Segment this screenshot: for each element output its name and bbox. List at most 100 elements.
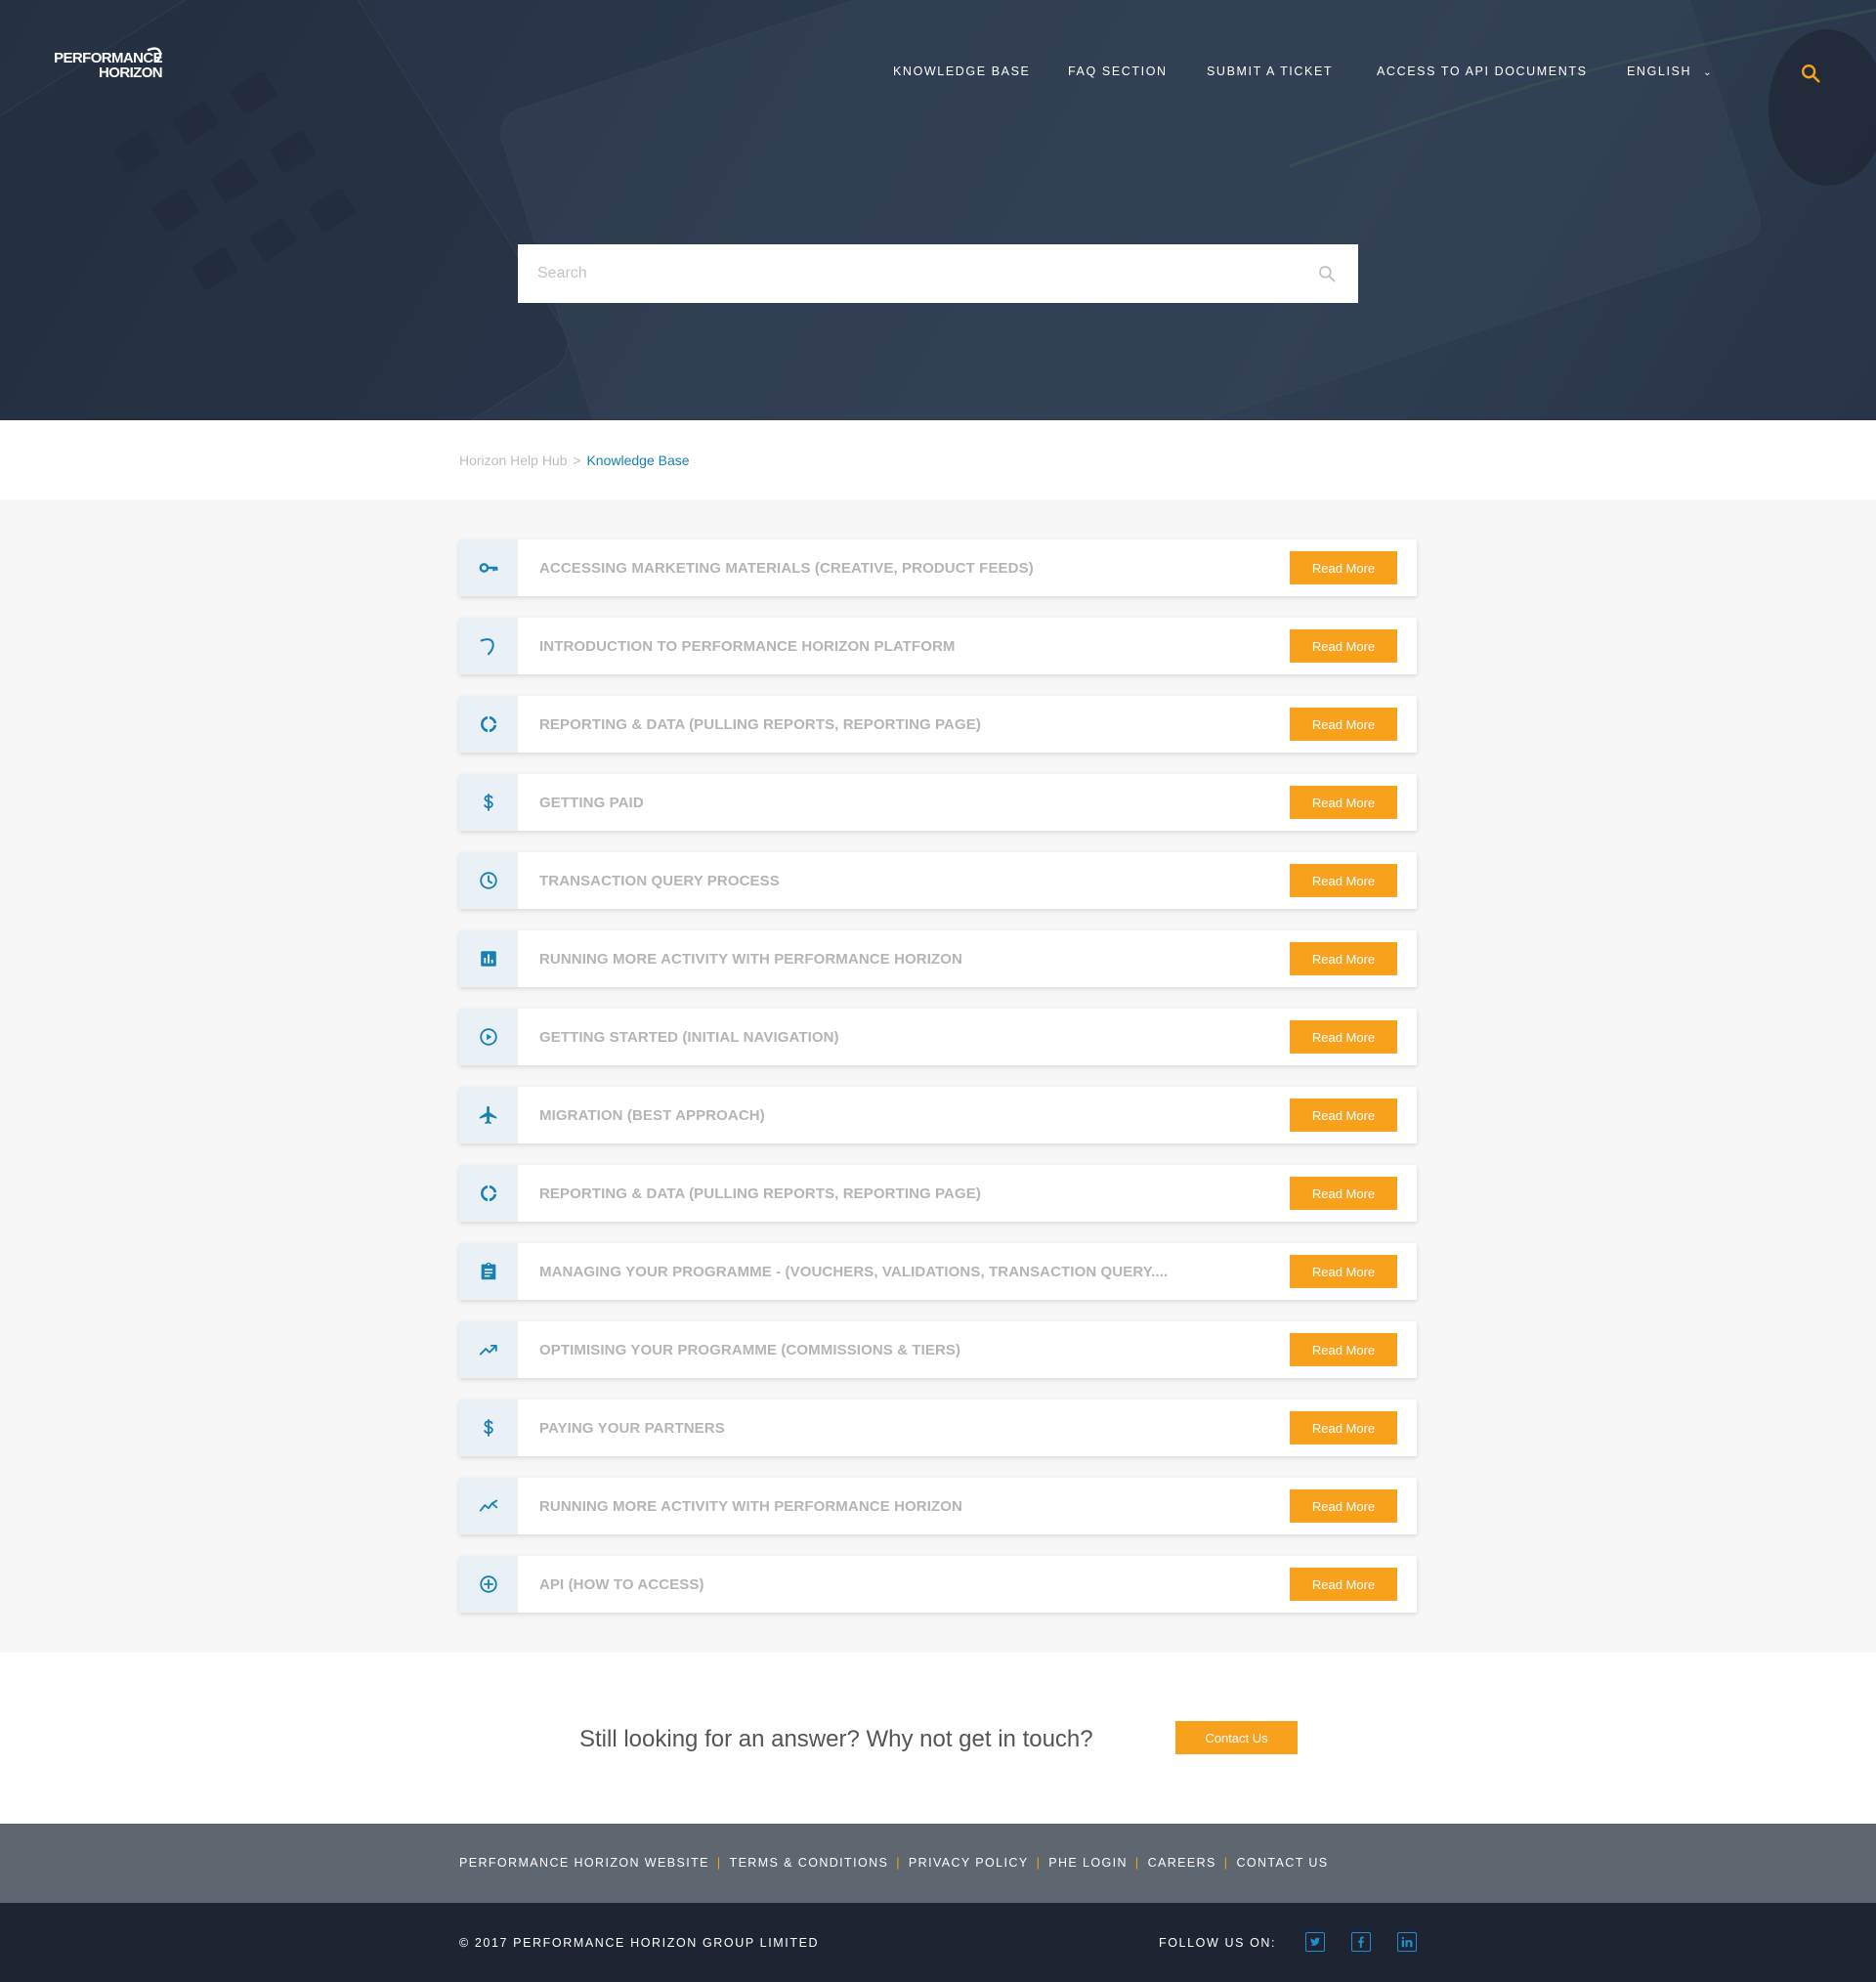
footer-divider: | [896, 1856, 901, 1870]
read-more-button[interactable]: Read More [1290, 1177, 1397, 1210]
footer-link-website[interactable]: PERFORMANCE HORIZON WEBSITE [459, 1856, 709, 1870]
footer-link-privacy[interactable]: PRIVACY POLICY [909, 1856, 1029, 1870]
read-more-button[interactable]: Read More [1290, 1489, 1397, 1523]
article-list: ACCESSING MARKETING MATERIALS (CREATIVE,… [459, 539, 1417, 1634]
article-title[interactable]: TRANSACTION QUERY PROCESS [518, 873, 1290, 889]
footer-divider: | [1134, 1856, 1140, 1870]
nav-knowledge-base[interactable]: KNOWLEDGE BASE [893, 65, 1031, 78]
hero-header: PERFORMANCE HORIZON KNOWLEDGE BASE FAQ S… [0, 0, 1876, 420]
footer-bottom-bar: © 2017 PERFORMANCE HORIZON GROUP LIMITED… [0, 1903, 1876, 1982]
bar-chart-icon [459, 930, 518, 987]
breadcrumb-root-link[interactable]: Horizon Help Hub [459, 452, 568, 468]
trending-up-icon [459, 1321, 518, 1378]
hero-overlay [0, 0, 1876, 420]
article-row[interactable]: PAYING YOUR PARTNERS Read More [459, 1400, 1417, 1456]
search-input[interactable] [518, 244, 1317, 303]
swoosh-icon [459, 618, 518, 674]
breadcrumb-bar: Horizon Help Hub > Knowledge Base [0, 420, 1876, 499]
nav-submit-ticket[interactable]: SUBMIT A TICKET [1207, 65, 1333, 78]
article-row[interactable]: RUNNING MORE ACTIVITY WITH PERFORMANCE H… [459, 930, 1417, 987]
article-row[interactable]: REPORTING & DATA (PULLING REPORTS, REPOR… [459, 1165, 1417, 1222]
knowledge-base-list-section: ACCESSING MARKETING MATERIALS (CREATIVE,… [0, 499, 1876, 1653]
read-more-button[interactable]: Read More [1290, 629, 1397, 663]
article-title[interactable]: RUNNING MORE ACTIVITY WITH PERFORMANCE H… [518, 951, 1290, 968]
contact-question: Still looking for an answer? Why not get… [579, 1726, 1093, 1752]
contact-section: Still looking for an answer? Why not get… [0, 1653, 1876, 1824]
logo-swoosh-icon [147, 47, 162, 63]
article-title[interactable]: RUNNING MORE ACTIVITY WITH PERFORMANCE H… [518, 1498, 1290, 1515]
read-more-button[interactable]: Read More [1290, 786, 1397, 819]
read-more-button[interactable]: Read More [1290, 1099, 1397, 1132]
clipboard-icon [459, 1243, 518, 1300]
breadcrumb: Horizon Help Hub > Knowledge Base [459, 452, 690, 468]
clock-icon [459, 852, 518, 909]
article-row[interactable]: MIGRATION (BEST APPROACH) Read More [459, 1087, 1417, 1143]
read-more-button[interactable]: Read More [1290, 1020, 1397, 1054]
nav-faq-section[interactable]: FAQ SECTION [1068, 65, 1168, 78]
twitter-icon[interactable] [1305, 1932, 1325, 1952]
footer: PERFORMANCE HORIZON WEBSITE | TERMS & COND… [0, 1824, 1876, 1982]
article-title[interactable]: INTRODUCTION TO PERFORMANCE HORIZON PLAT… [518, 638, 1290, 655]
language-label: ENGLISH [1627, 65, 1692, 78]
footer-link-careers[interactable]: CAREERS [1148, 1856, 1216, 1870]
footer-divider: | [716, 1856, 722, 1870]
footer-links: PERFORMANCE HORIZON WEBSITE | TERMS & COND… [459, 1856, 1329, 1870]
search-icon[interactable] [1317, 264, 1337, 283]
play-circle-icon [459, 1009, 518, 1065]
read-more-button[interactable]: Read More [1290, 1255, 1397, 1288]
read-more-button[interactable]: Read More [1290, 1333, 1397, 1366]
copyright-text: © 2017 PERFORMANCE HORIZON GROUP LIMITED [459, 1936, 820, 1950]
dollar-icon [459, 774, 518, 831]
breadcrumb-current-link[interactable]: Knowledge Base [586, 452, 689, 468]
article-row[interactable]: INTRODUCTION TO PERFORMANCE HORIZON PLAT… [459, 618, 1417, 674]
nav-api-documents[interactable]: ACCESS TO API DOCUMENTS [1377, 65, 1588, 78]
hero-search-bar [518, 244, 1358, 303]
donut-chart-icon [459, 696, 518, 753]
article-title[interactable]: GETTING STARTED (INITIAL NAVIGATION) [518, 1029, 1290, 1046]
footer-links-bar: PERFORMANCE HORIZON WEBSITE | TERMS & COND… [0, 1824, 1876, 1903]
article-row[interactable]: REPORTING & DATA (PULLING REPORTS, REPOR… [459, 696, 1417, 753]
article-row[interactable]: MANAGING YOUR PROGRAMME - (VOUCHERS, VAL… [459, 1243, 1417, 1300]
line-chart-icon [459, 1478, 518, 1534]
article-row[interactable]: TRANSACTION QUERY PROCESS Read More [459, 852, 1417, 909]
article-title[interactable]: REPORTING & DATA (PULLING REPORTS, REPOR… [518, 716, 1290, 733]
read-more-button[interactable]: Read More [1290, 708, 1397, 741]
contact-us-button[interactable]: Contact Us [1175, 1721, 1298, 1754]
read-more-button[interactable]: Read More [1290, 1411, 1397, 1444]
footer-link-terms[interactable]: TERMS & CONDITIONS [730, 1856, 889, 1870]
key-icon [459, 539, 518, 596]
language-selector[interactable]: ENGLISH ⌄ [1627, 65, 1713, 78]
read-more-button[interactable]: Read More [1290, 942, 1397, 975]
article-row[interactable]: RUNNING MORE ACTIVITY WITH PERFORMANCE H… [459, 1478, 1417, 1534]
donut-chart-icon [459, 1165, 518, 1222]
article-row[interactable]: API (HOW TO ACCESS) Read More [459, 1556, 1417, 1613]
article-title[interactable]: REPORTING & DATA (PULLING REPORTS, REPOR… [518, 1185, 1290, 1202]
footer-link-phe-login[interactable]: PHE LOGIN [1048, 1856, 1128, 1870]
chevron-down-icon: ⌄ [1703, 67, 1714, 78]
article-title[interactable]: API (HOW TO ACCESS) [518, 1576, 1290, 1593]
footer-divider: | [1223, 1856, 1229, 1870]
read-more-button[interactable]: Read More [1290, 864, 1397, 897]
article-row[interactable]: ACCESSING MARKETING MATERIALS (CREATIVE,… [459, 539, 1417, 596]
article-title[interactable]: MANAGING YOUR PROGRAMME - (VOUCHERS, VAL… [518, 1264, 1290, 1280]
article-title[interactable]: MIGRATION (BEST APPROACH) [518, 1107, 1290, 1124]
airplane-icon [459, 1087, 518, 1143]
article-row[interactable]: GETTING PAID Read More [459, 774, 1417, 831]
plus-circle-icon [459, 1556, 518, 1613]
read-more-button[interactable]: Read More [1290, 1568, 1397, 1601]
breadcrumb-separator: > [573, 452, 581, 468]
dollar-icon [459, 1400, 518, 1456]
article-row[interactable]: GETTING STARTED (INITIAL NAVIGATION) Read… [459, 1009, 1417, 1065]
footer-link-contact[interactable]: CONTACT US [1236, 1856, 1328, 1870]
read-more-button[interactable]: Read More [1290, 551, 1397, 584]
linkedin-icon[interactable] [1397, 1932, 1417, 1952]
search-icon[interactable] [1800, 63, 1821, 84]
footer-divider: | [1036, 1856, 1042, 1870]
facebook-icon[interactable] [1351, 1932, 1371, 1952]
article-title[interactable]: ACCESSING MARKETING MATERIALS (CREATIVE,… [518, 560, 1290, 577]
article-title[interactable]: OPTIMISING YOUR PROGRAMME (COMMISSIONS &… [518, 1342, 1290, 1358]
article-title[interactable]: PAYING YOUR PARTNERS [518, 1420, 1290, 1437]
article-title[interactable]: GETTING PAID [518, 795, 1290, 811]
main-nav: KNOWLEDGE BASE FAQ SECTION SUBMIT A TICK… [0, 65, 1876, 84]
article-row[interactable]: OPTIMISING YOUR PROGRAMME (COMMISSIONS &… [459, 1321, 1417, 1378]
